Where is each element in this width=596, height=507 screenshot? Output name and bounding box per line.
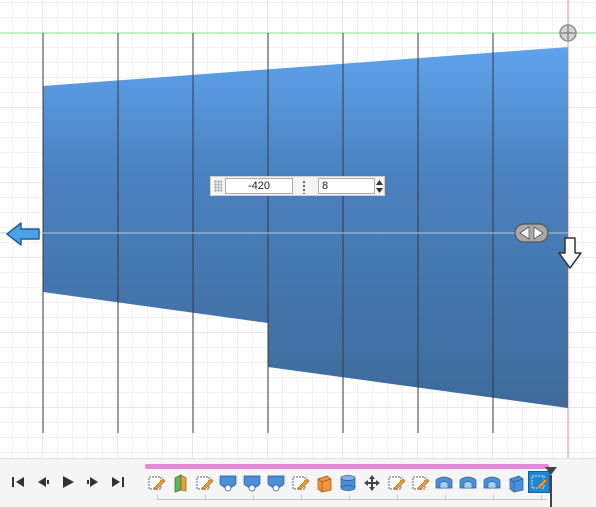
timeline-feature-split-body[interactable] — [434, 473, 454, 493]
fillet-icon — [219, 475, 237, 492]
cylinder-icon — [340, 475, 356, 491]
timeline-feature-split-body[interactable] — [482, 473, 502, 493]
timeline-track — [157, 499, 547, 500]
timeline-feature-split-body[interactable] — [458, 473, 478, 493]
extrude-icon — [174, 474, 187, 493]
timeline-feature-sketch[interactable] — [410, 473, 430, 493]
timeline-feature-fillet[interactable] — [218, 473, 238, 493]
skip-to-end-icon — [112, 477, 124, 487]
step-back-icon — [38, 477, 49, 487]
play-button[interactable] — [59, 473, 77, 491]
move-icon — [364, 475, 380, 491]
timeline-feature-sketch[interactable] — [290, 473, 310, 493]
step-forward-icon — [87, 477, 98, 487]
box-icon — [509, 475, 524, 493]
timeline-feature-box[interactable] — [506, 473, 526, 493]
spin-down-icon[interactable] — [374, 186, 384, 194]
timeline-tick — [349, 495, 350, 500]
split-body-icon — [435, 476, 453, 489]
sketch-icon — [196, 476, 214, 491]
sketch-icon — [148, 476, 166, 491]
timeline-feature-sketch[interactable] — [194, 473, 214, 493]
timeline-feature-box[interactable] — [314, 473, 334, 493]
timeline-tick — [493, 495, 494, 500]
timeline-marker-icon[interactable] — [545, 467, 557, 507]
timeline-feature-sketch[interactable] — [146, 473, 166, 493]
timeline-feature-sketch[interactable] — [386, 473, 406, 493]
timeline-tick — [253, 495, 254, 500]
timeline-tick — [157, 495, 158, 500]
sketch-icon — [292, 476, 310, 491]
fillet-icon — [243, 475, 261, 492]
sketch-icon — [412, 476, 430, 491]
angle-input[interactable] — [318, 178, 375, 194]
origin-point-icon[interactable] — [559, 24, 577, 42]
sketch-canvas[interactable] — [0, 0, 596, 458]
play-icon — [63, 476, 74, 488]
box-icon — [317, 475, 332, 493]
timeline-tick — [205, 495, 206, 500]
fillet-icon — [267, 475, 285, 492]
timeline-tick — [397, 495, 398, 500]
timeline-feature-extrude[interactable] — [170, 473, 190, 493]
angle-spinner[interactable] — [374, 178, 384, 194]
timeline-feature-move[interactable] — [362, 473, 382, 493]
timeline-tick — [541, 495, 542, 500]
skip-to-start-button[interactable] — [9, 473, 27, 491]
move-handle-icon[interactable] — [514, 223, 549, 243]
timeline-range-bar[interactable] — [145, 464, 549, 469]
timeline-toolbar — [0, 458, 596, 507]
dimension-input[interactable] — [225, 178, 293, 194]
dimension-input-box — [210, 176, 385, 196]
step-forward-button[interactable] — [84, 473, 102, 491]
timeline-tick — [445, 495, 446, 500]
step-back-button[interactable] — [34, 473, 52, 491]
field-separator-icon — [302, 180, 306, 194]
timeline-tick — [301, 495, 302, 500]
skip-to-end-button[interactable] — [109, 473, 127, 491]
timeline-feature-fillet[interactable] — [242, 473, 262, 493]
sketch-icon — [388, 476, 406, 491]
drag-grip-icon[interactable] — [214, 180, 222, 192]
timeline-feature-fillet[interactable] — [266, 473, 286, 493]
split-body-icon — [483, 476, 501, 489]
split-body-icon — [459, 476, 477, 489]
spin-up-icon[interactable] — [374, 178, 384, 186]
timeline-feature-cylinder[interactable] — [338, 473, 358, 493]
skip-to-start-icon — [12, 477, 24, 487]
